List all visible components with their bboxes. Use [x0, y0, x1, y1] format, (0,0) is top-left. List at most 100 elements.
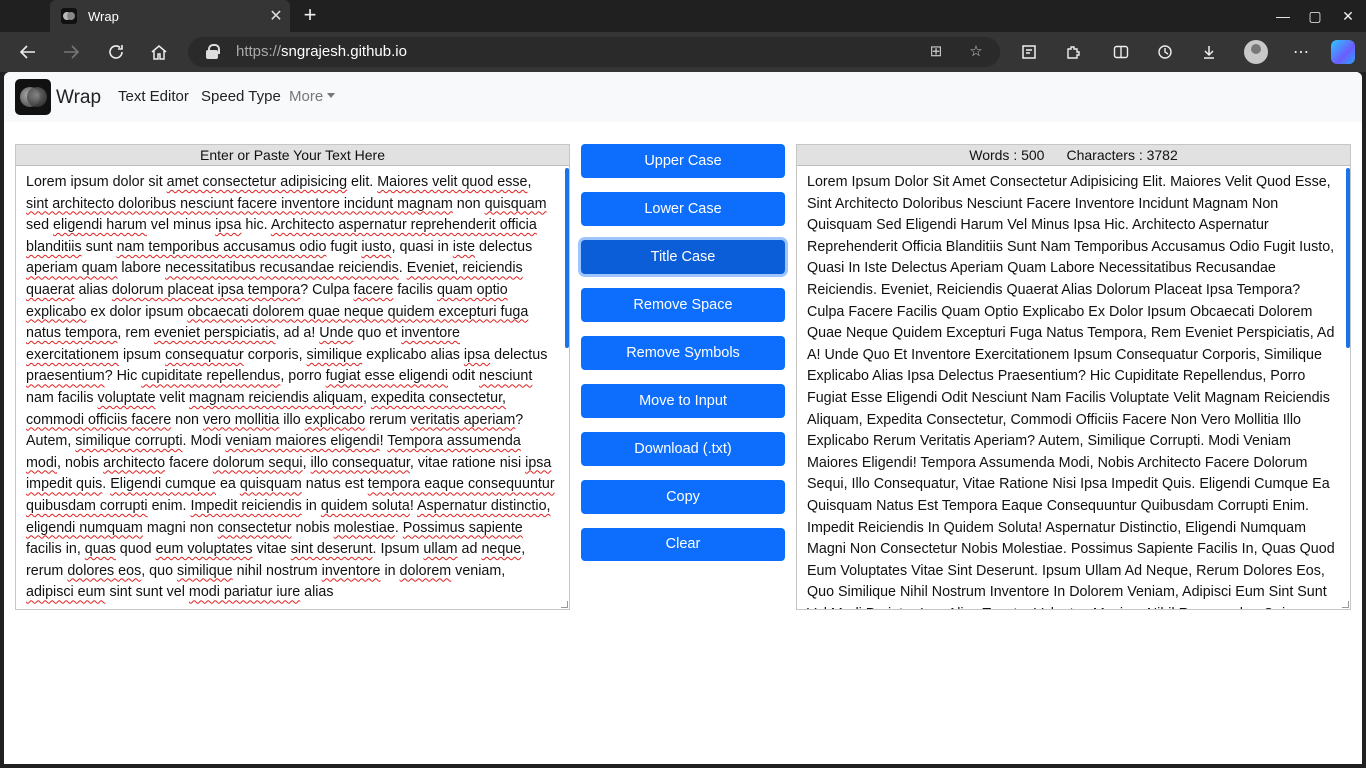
favorite-star-icon[interactable]: ☆	[965, 41, 987, 63]
input-text: vitae	[252, 541, 291, 558]
input-text: , quasi in	[391, 238, 453, 255]
input-text: non	[452, 195, 485, 212]
input-text: corporis,	[243, 346, 307, 363]
remove-symbols-button[interactable]: Remove Symbols	[581, 336, 785, 370]
lower-case-button[interactable]: Lower Case	[581, 192, 785, 226]
input-text: labore	[117, 260, 166, 277]
reading-icon[interactable]	[1014, 37, 1044, 67]
input-text: in	[380, 562, 400, 579]
resize-handle-icon[interactable]	[1342, 601, 1349, 608]
input-text: ,	[527, 174, 532, 190]
wrap-logo-icon[interactable]	[15, 79, 51, 115]
output-panel-header: Words : 500 Characters : 3782	[797, 145, 1350, 166]
misspelled-text: praesentium	[26, 368, 105, 385]
site-navbar: Wrap Text Editor Speed Type More	[4, 72, 1362, 122]
misspelled-text: Eligendi cumque	[110, 476, 216, 493]
browser-tab[interactable]: Wrap ✕	[50, 0, 290, 32]
input-text: , porro	[280, 368, 326, 385]
lock-icon[interactable]	[206, 44, 220, 59]
misspelled-text: neque	[481, 541, 522, 558]
tab-title: Wrap	[88, 8, 119, 24]
input-text: , vitae ratione nisi	[409, 454, 526, 471]
remove-space-button[interactable]: Remove Space	[581, 288, 785, 322]
input-text: nam facilis	[26, 389, 98, 406]
restore-button[interactable]: ▢	[1298, 0, 1332, 32]
profile-avatar[interactable]	[1244, 40, 1268, 64]
input-text: , quo	[141, 562, 178, 579]
misspelled-text: veritatis aperiam	[410, 411, 516, 428]
input-text: in	[301, 497, 321, 514]
input-text: vel minus	[146, 217, 216, 234]
misspelled-text: magnam reiciendis aliquam	[188, 389, 363, 406]
more-options-icon[interactable]: ⋯	[1286, 37, 1316, 67]
input-panel-header: Enter or Paste Your Text Here	[16, 145, 569, 166]
history-icon[interactable]	[1150, 37, 1180, 67]
input-text: ex dolor ipsum	[86, 303, 188, 320]
minimize-button[interactable]: —	[1266, 0, 1300, 32]
nav-dropdown-more[interactable]: More	[289, 88, 336, 105]
resize-handle-icon[interactable]	[561, 601, 568, 608]
input-text: quo et	[353, 325, 402, 342]
input-text: , nobis	[57, 454, 104, 471]
home-icon[interactable]	[145, 38, 173, 66]
move-to-input-button[interactable]: Move to Input	[581, 384, 785, 418]
input-text: , rem	[117, 325, 154, 342]
misspelled-text: eveniet perspiciatis	[153, 325, 276, 342]
app-install-icon[interactable]: ⊞	[925, 41, 947, 63]
input-textarea[interactable]: Lorem ipsum dolor sit amet consectetur a…	[16, 166, 569, 609]
input-text: facilis	[393, 281, 437, 298]
site-favicon-icon	[61, 8, 77, 24]
input-text: ad	[457, 541, 482, 558]
close-window-button[interactable]: ✕	[1331, 0, 1365, 32]
close-tab-icon[interactable]: ✕	[262, 6, 290, 26]
input-text: sunt	[81, 238, 117, 255]
url-text: https://sngrajesh.github.io	[236, 43, 407, 60]
input-text: ipsum	[118, 346, 166, 363]
misspelled-text: vero mollitia	[202, 411, 280, 428]
downloads-icon[interactable]	[1194, 37, 1224, 67]
misspelled-text: fugiat esse eligendi	[325, 368, 449, 385]
split-screen-icon[interactable]	[1106, 37, 1136, 67]
misspelled-text: nesciunt	[479, 368, 533, 385]
misspelled-text: inventore	[321, 562, 381, 579]
input-text: .	[398, 260, 407, 277]
new-tab-button[interactable]: +	[298, 4, 322, 28]
input-text: Lorem ipsum dolor sit	[26, 174, 167, 190]
copilot-icon[interactable]	[1331, 40, 1355, 64]
brand-name[interactable]: Wrap	[56, 87, 101, 109]
misspelled-text: similique corrupti	[75, 433, 183, 450]
misspelled-text: eligendi harum	[53, 217, 147, 234]
input-text: odit	[448, 368, 480, 385]
misspelled-text: quidem soluta	[320, 497, 410, 514]
input-text: nihil nostrum	[232, 562, 322, 579]
misspelled-text: quisquam	[484, 195, 547, 212]
input-text: natus est	[301, 476, 368, 493]
download-button[interactable]: Download (.txt)	[581, 432, 785, 466]
input-text: . Modi	[182, 433, 226, 450]
input-text: sed	[26, 217, 54, 234]
input-text: ? Culpa	[300, 281, 354, 298]
misspelled-text: sint architecto doloribus nesciunt facer…	[26, 195, 453, 212]
input-text: ea	[215, 476, 240, 493]
input-text: velit	[155, 389, 189, 406]
input-text: delectus	[490, 346, 548, 363]
nav-link-text-editor[interactable]: Text Editor	[118, 88, 189, 105]
input-text: .	[394, 519, 403, 536]
input-text: quod	[115, 541, 156, 558]
refresh-icon[interactable]	[102, 38, 130, 66]
forward-icon[interactable]	[57, 38, 85, 66]
upper-case-button[interactable]: Upper Case	[581, 144, 785, 178]
copy-button[interactable]: Copy	[581, 480, 785, 514]
address-bar[interactable]: https://sngrajesh.github.io ⊞ ☆	[188, 37, 1000, 67]
extensions-icon[interactable]	[1058, 37, 1088, 67]
misspelled-text: eum voluptates	[155, 541, 253, 558]
misspelled-text: sint deserunt	[290, 541, 373, 558]
back-icon[interactable]	[14, 38, 42, 66]
clear-button[interactable]: Clear	[581, 528, 785, 561]
output-textarea[interactable]: Lorem Ipsum Dolor Sit Amet Consectetur A…	[797, 166, 1350, 609]
input-scrollbar[interactable]	[565, 168, 569, 348]
nav-link-speed-type[interactable]: Speed Type	[201, 88, 281, 105]
title-case-button[interactable]: Title Case	[581, 240, 785, 274]
misspelled-text: molestiae	[333, 519, 395, 536]
output-scrollbar[interactable]	[1346, 168, 1350, 348]
